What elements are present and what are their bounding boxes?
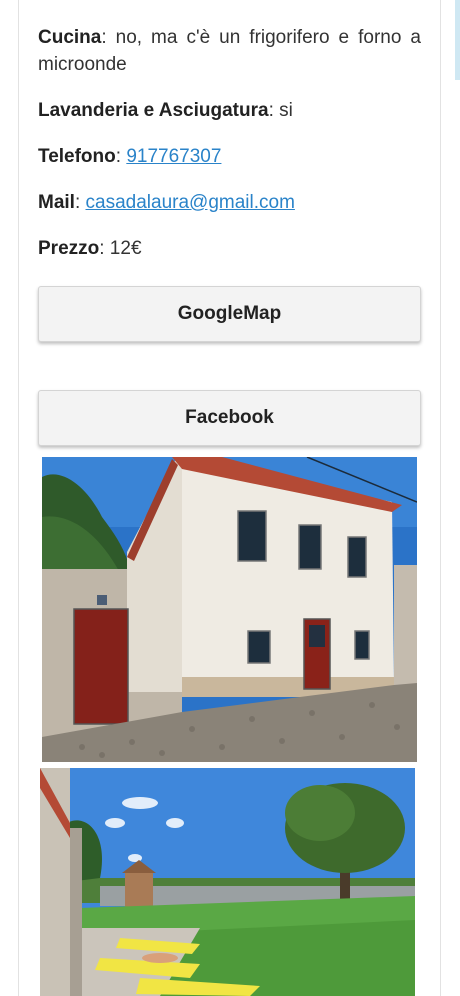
- garden-photo[interactable]: [40, 768, 415, 996]
- phone-label: Telefono: [38, 146, 116, 167]
- email-link[interactable]: casadalaura@gmail.com: [86, 192, 295, 213]
- mail-label: Mail: [38, 192, 75, 213]
- house-photo[interactable]: [42, 457, 417, 762]
- phone-sep: :: [115, 146, 127, 167]
- mail-sep: :: [74, 192, 86, 213]
- laundry-label: Lavanderia e Asciugatura: [38, 100, 269, 121]
- price-info: Prezzo: 12€: [38, 235, 421, 262]
- laundry-value: : si: [268, 100, 293, 121]
- house-photo-graphic: [42, 457, 417, 762]
- kitchen-label: Cucina: [38, 27, 102, 48]
- phone-link[interactable]: 917767307: [126, 146, 221, 167]
- price-value: : 12€: [99, 238, 142, 259]
- edge-accent: [455, 0, 460, 80]
- price-label: Prezzo: [38, 238, 100, 259]
- laundry-info: Lavanderia e Asciugatura: si: [38, 97, 421, 124]
- googlemap-button[interactable]: GoogleMap: [38, 286, 421, 342]
- facebook-button[interactable]: Facebook: [38, 390, 421, 446]
- details-section: Cucina: no, ma c'è un frigorifero e forn…: [38, 24, 421, 262]
- kitchen-info: Cucina: no, ma c'è un frigorifero e forn…: [38, 24, 421, 78]
- phone-info: Telefono: 917767307: [38, 143, 421, 170]
- mail-info: Mail: casadalaura@gmail.com: [38, 189, 421, 216]
- garden-photo-graphic: [40, 768, 415, 996]
